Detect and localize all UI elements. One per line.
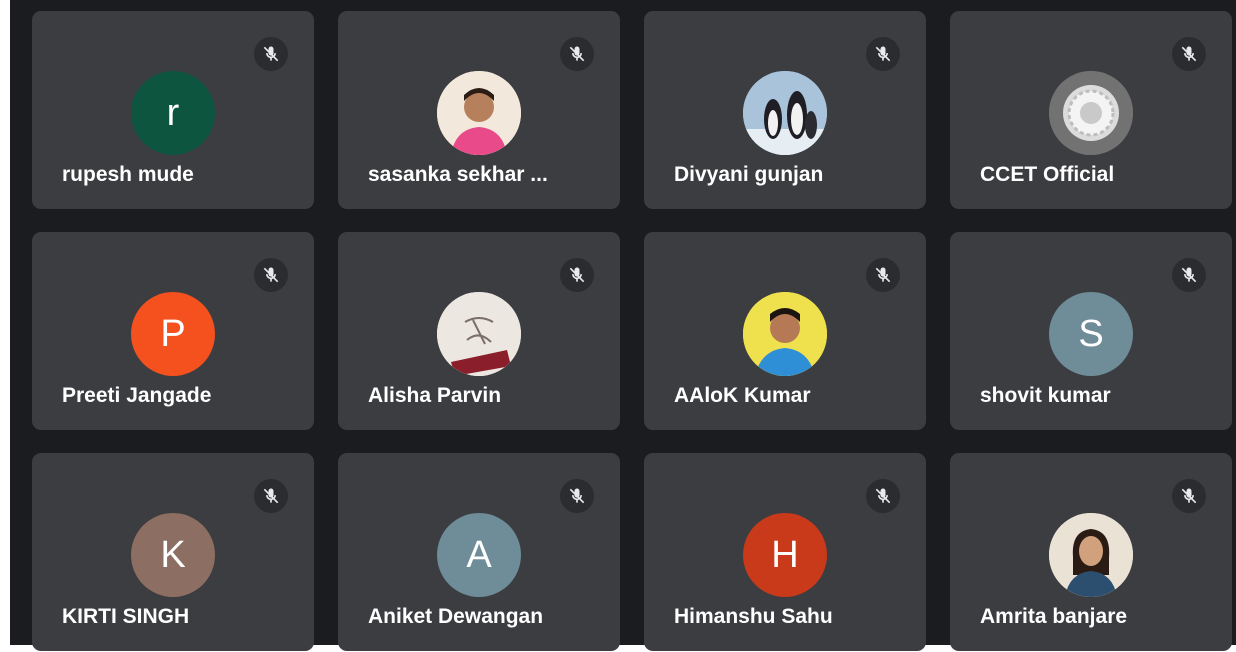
avatar-initial: K	[160, 533, 186, 576]
participant-tile[interactable]: CCET Official	[950, 11, 1232, 209]
participant-tile[interactable]: Alisha Parvin	[338, 232, 620, 430]
meeting-grid-view: r rupesh mude sasanka sekhar ... Divyani…	[10, 0, 1236, 651]
participant-tile[interactable]: K KIRTI SINGH	[32, 453, 314, 651]
muted-mic-icon	[560, 479, 594, 513]
participant-name: Preeti Jangade	[62, 384, 212, 407]
participant-name: Alisha Parvin	[368, 384, 502, 407]
profile-photo-emblem-icon	[1049, 71, 1133, 155]
muted-mic-icon	[560, 258, 594, 292]
profile-photo-man-icon	[437, 71, 521, 155]
profile-photo-penguins-icon	[743, 71, 827, 155]
participant-tile[interactable]: H Himanshu Sahu	[644, 453, 926, 651]
muted-mic-icon	[560, 37, 594, 71]
participant-grid: r rupesh mude sasanka sekhar ... Divyani…	[32, 11, 1232, 651]
participant-tile[interactable]: S shovit kumar	[950, 232, 1232, 430]
participant-tile[interactable]: r rupesh mude	[32, 11, 314, 209]
muted-mic-icon	[1172, 479, 1206, 513]
participant-tile[interactable]: A Aniket Dewangan	[338, 453, 620, 651]
avatar: r	[131, 71, 215, 155]
avatar-initial: H	[771, 533, 799, 576]
avatar: A	[437, 513, 521, 597]
avatar-initial: P	[160, 312, 186, 355]
avatar-initial: S	[1078, 312, 1104, 355]
muted-mic-icon	[254, 258, 288, 292]
participant-name: AAloK Kumar	[674, 384, 811, 407]
participant-tile[interactable]: Divyani gunjan	[644, 11, 926, 209]
profile-photo-woman-icon	[1049, 513, 1133, 597]
participant-tile[interactable]: Amrita banjare	[950, 453, 1232, 651]
participant-name: Himanshu Sahu	[674, 605, 833, 628]
participant-name: sasanka sekhar ...	[368, 163, 548, 186]
avatar: K	[131, 513, 215, 597]
participant-tile[interactable]: P Preeti Jangade	[32, 232, 314, 430]
muted-mic-icon	[866, 479, 900, 513]
avatar: P	[131, 292, 215, 376]
muted-mic-icon	[254, 479, 288, 513]
muted-mic-icon	[1172, 258, 1206, 292]
participant-name: Aniket Dewangan	[368, 605, 544, 628]
participant-name: shovit kumar	[980, 384, 1111, 407]
participant-name: Amrita banjare	[980, 605, 1128, 628]
participant-name: KIRTI SINGH	[62, 605, 190, 628]
muted-mic-icon	[866, 37, 900, 71]
avatar-initial: A	[466, 533, 492, 576]
avatar: H	[743, 513, 827, 597]
participant-tile[interactable]: sasanka sekhar ...	[338, 11, 620, 209]
participant-tile[interactable]: AAloK Kumar	[644, 232, 926, 430]
profile-photo-man-icon	[743, 292, 827, 376]
participant-name: Divyani gunjan	[674, 163, 824, 186]
avatar: S	[1049, 292, 1133, 376]
profile-photo-letter-icon	[437, 292, 521, 376]
participant-name: CCET Official	[980, 163, 1115, 186]
participant-name: rupesh mude	[62, 163, 194, 186]
avatar-initial: r	[166, 91, 180, 134]
muted-mic-icon	[254, 37, 288, 71]
muted-mic-icon	[866, 258, 900, 292]
muted-mic-icon	[1172, 37, 1206, 71]
